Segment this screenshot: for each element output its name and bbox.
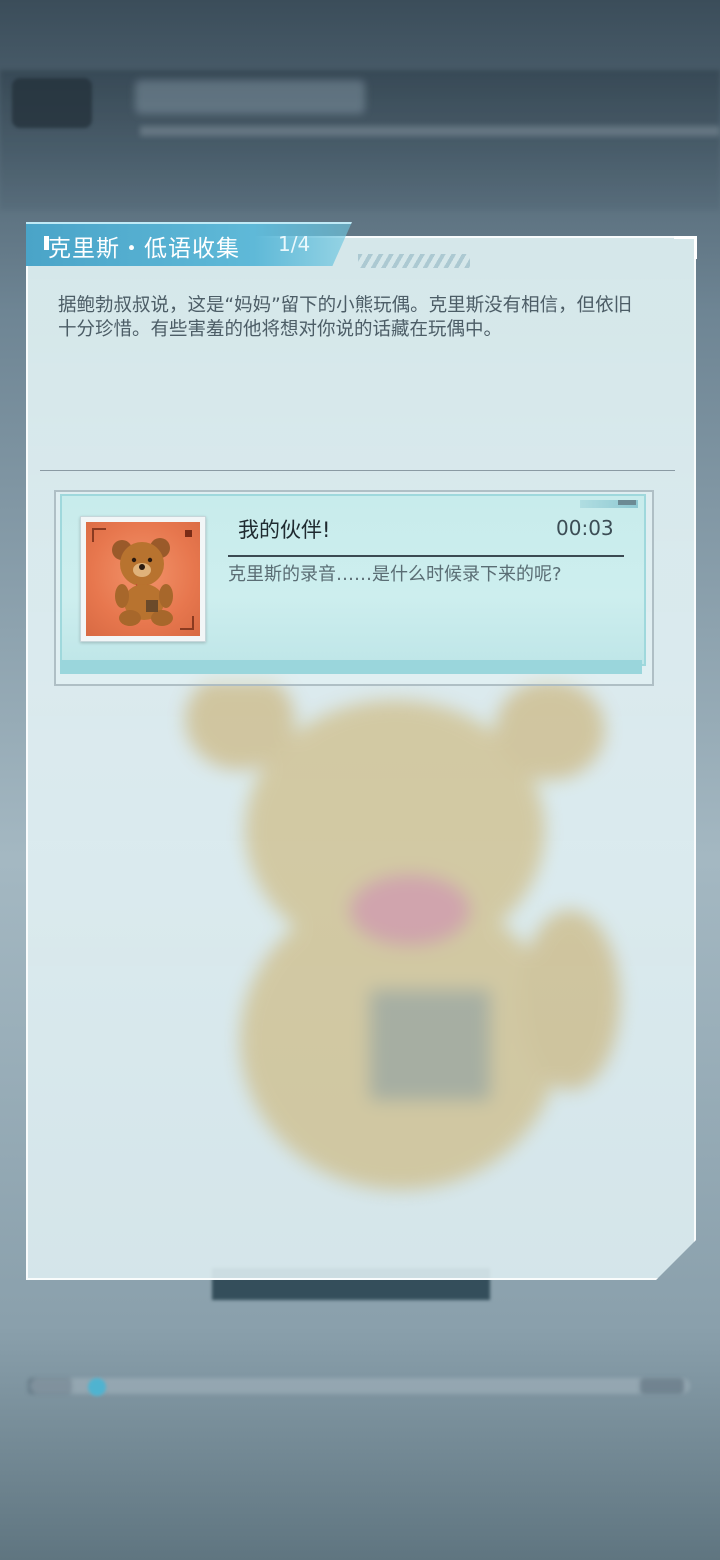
blurred-teddy-bear-background	[185, 680, 620, 1190]
background-title	[135, 80, 365, 114]
recording-thumbnail[interactable]	[80, 516, 206, 642]
panel-description: 据鲍勃叔叔说，这是“妈妈”留下的小熊玩偶。克里斯没有相信，但依旧十分珍惜。有些害…	[58, 295, 633, 340]
panel-corner-bracket	[674, 236, 697, 259]
recording-description: 克里斯的录音……是什么时候录下来的呢?	[228, 564, 562, 585]
background-total-time	[640, 1378, 684, 1394]
background-back-button	[12, 78, 92, 128]
teddy-bear-icon	[86, 522, 200, 636]
recording-divider	[228, 555, 624, 557]
panel-title: 克里斯・低语收集	[48, 236, 240, 262]
decorative-stripes	[358, 254, 470, 268]
card-deco-dash	[618, 500, 636, 505]
recording-title: 我的伙伴!	[238, 518, 331, 542]
recording-duration: 00:03	[556, 516, 614, 540]
background-progress-track	[30, 1378, 690, 1394]
collection-count: 1/4	[278, 232, 311, 256]
background-title-underline	[140, 126, 720, 136]
divider	[40, 470, 675, 471]
recording-card-bottom-bar	[60, 660, 642, 674]
background-progress-knob	[88, 1378, 106, 1396]
